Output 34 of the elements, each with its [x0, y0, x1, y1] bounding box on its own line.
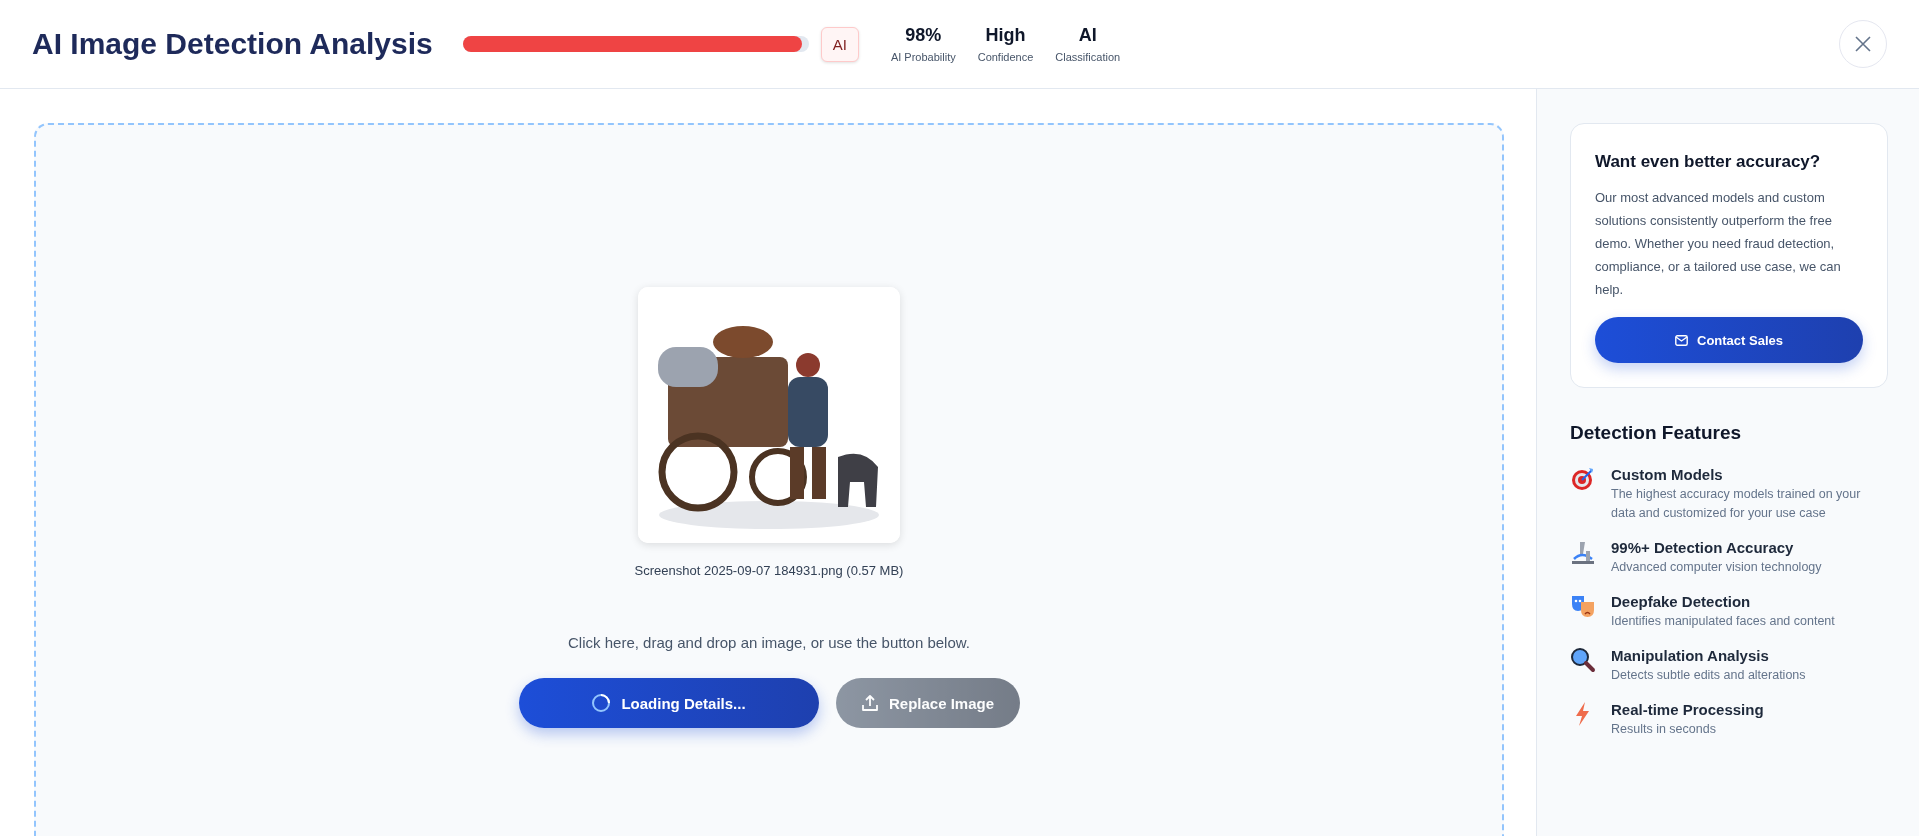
upload-icon	[860, 694, 879, 712]
target-icon	[1570, 466, 1596, 492]
feature-description: Identifies manipulated faces and content	[1611, 613, 1835, 630]
feature-description: Results in seconds	[1611, 721, 1717, 738]
file-caption: Screenshot 2025-09-07 184931.png (0.57 MB)	[634, 563, 904, 578]
promo-text: Our most advanced models and custom solutions consistently outperform the free demo. Whether you need fraud detection, compliance, or a tailored use case, we can help.	[1595, 189, 1842, 299]
promo-title: Want even better accuracy?	[1595, 152, 1822, 172]
feature-title: Deepfake Detection	[1611, 593, 1752, 610]
stat-value: 98%	[905, 25, 942, 46]
feature-title: Custom Models	[1611, 466, 1724, 483]
loading-button[interactable]: Loading Details...	[518, 678, 819, 728]
stat-value: AI	[1078, 25, 1097, 46]
close-icon	[1855, 36, 1871, 52]
microscope-icon	[1570, 539, 1596, 565]
feature-title: 99%+ Detection Accuracy	[1611, 539, 1795, 556]
magnifier-icon	[1570, 647, 1596, 673]
feature-title: Manipulation Analysis	[1611, 647, 1770, 664]
features-heading: Detection Features	[1570, 422, 1743, 444]
close-button[interactable]	[1839, 20, 1887, 68]
mail-icon	[1675, 334, 1688, 346]
theater-masks-icon	[1570, 593, 1596, 619]
classification-badge: AI	[820, 26, 859, 62]
stat-label: Confidence	[977, 51, 1034, 63]
stat-value: High	[985, 25, 1026, 46]
stat-label: Classification	[1055, 51, 1121, 63]
feature-description: Detects subtle edits and alterations	[1611, 667, 1806, 684]
page-title: AI Image Detection Analysis	[32, 27, 433, 61]
contact-sales-button[interactable]: Contact Sales	[1595, 317, 1863, 363]
feature-title: Real-time Processing	[1611, 701, 1764, 718]
feature-description: The highest accuracy models trained on your data and customized for your use case	[1611, 486, 1862, 522]
feature-description: Advanced computer vision technology	[1611, 559, 1822, 576]
upload-instruction: Click here, drag and drop an image, or use the button below.	[568, 634, 970, 651]
spinner-icon	[591, 693, 612, 713]
stat-label: AI Probability	[890, 51, 956, 63]
